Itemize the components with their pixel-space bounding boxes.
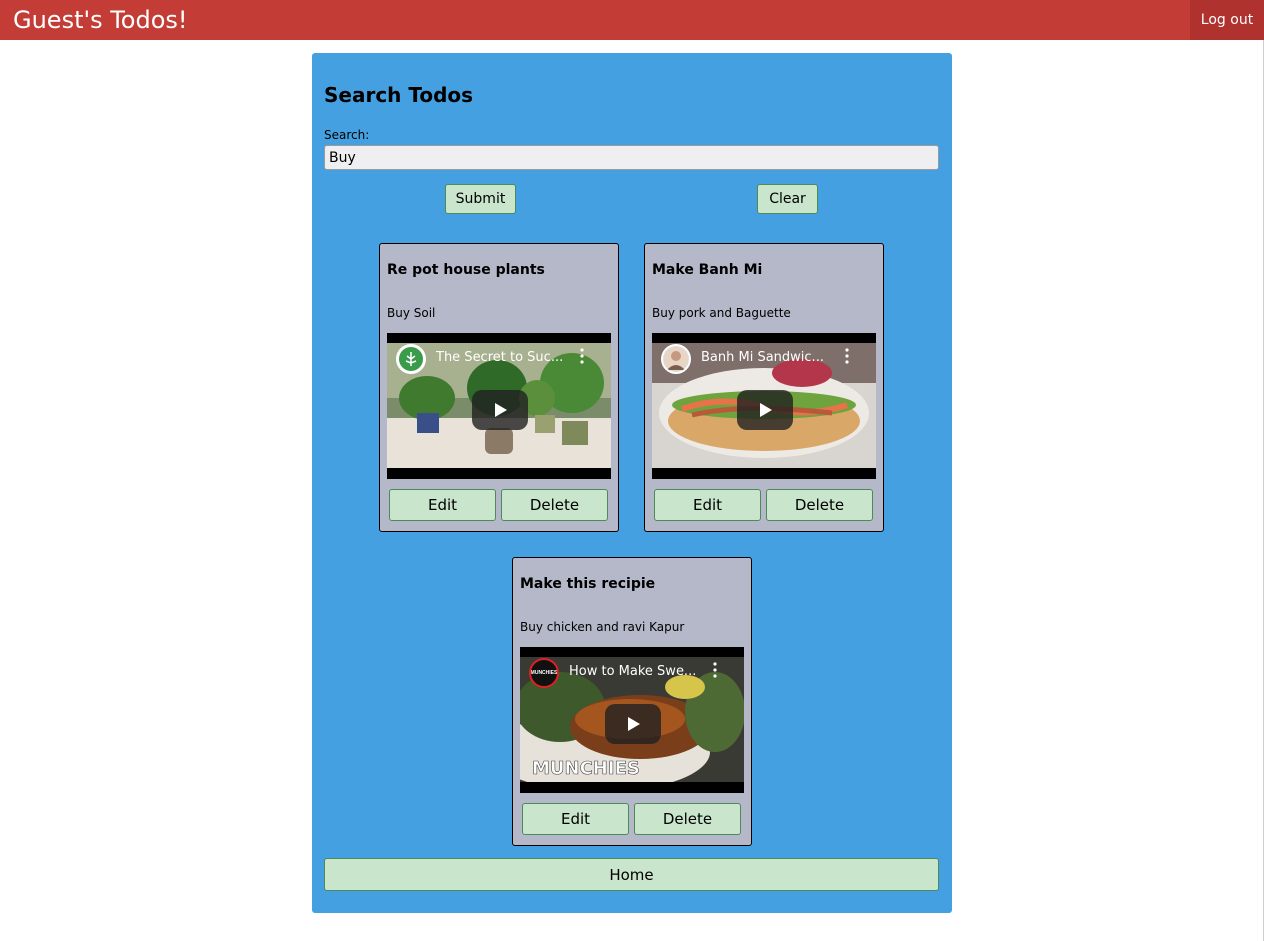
todo-card: Re pot house plants Buy Soil The Secret … xyxy=(379,243,619,532)
more-vert-icon[interactable] xyxy=(713,662,717,678)
search-heading: Search Todos xyxy=(324,83,474,107)
todo-title: Make this recipie xyxy=(520,576,656,592)
video-title: How to Make Swe... xyxy=(569,664,697,679)
channel-logo-icon: MUNCHIES xyxy=(529,658,559,688)
video-title: Banh Mi Sandwic... xyxy=(701,350,824,365)
home-button[interactable]: Home xyxy=(324,858,939,891)
delete-button[interactable]: Delete xyxy=(766,489,873,521)
channel-badge-text: MUNCHIES xyxy=(530,670,558,676)
todo-title: Make Banh Mi xyxy=(652,262,763,278)
more-vert-icon[interactable] xyxy=(580,348,584,364)
video-embed[interactable]: Banh Mi Sandwic... xyxy=(652,333,876,479)
todo-description: Buy chicken and ravi Kapur xyxy=(520,620,685,634)
edit-button[interactable]: Edit xyxy=(654,489,761,521)
munchies-watermark: MUNCHIES xyxy=(532,758,640,779)
clear-button[interactable]: Clear xyxy=(757,184,818,214)
search-label: Search: xyxy=(324,128,370,142)
delete-button[interactable]: Delete xyxy=(634,803,741,835)
more-vert-icon[interactable] xyxy=(845,348,849,364)
delete-button[interactable]: Delete xyxy=(501,489,608,521)
todo-card: Make this recipie Buy chicken and ravi K… xyxy=(512,557,752,846)
todo-card: Make Banh Mi Buy pork and Baguette Banh … xyxy=(644,243,884,532)
submit-button[interactable]: Submit xyxy=(445,184,516,214)
play-icon[interactable] xyxy=(737,390,793,430)
video-embed[interactable]: MUNCHIES MUNCHIES How to Make Swe... xyxy=(520,647,744,793)
todo-description: Buy Soil xyxy=(387,306,436,320)
play-icon[interactable] xyxy=(472,390,528,430)
video-embed[interactable]: The Secret to Suc... xyxy=(387,333,611,479)
video-title: The Secret to Suc... xyxy=(436,350,564,365)
todo-description: Buy pork and Baguette xyxy=(652,306,791,320)
search-panel: Search Todos Search: Submit Clear Re pot… xyxy=(312,53,952,913)
page-title: Guest's Todos! xyxy=(13,6,188,34)
edit-button[interactable]: Edit xyxy=(389,489,496,521)
play-icon[interactable] xyxy=(605,704,661,744)
app-header: Guest's Todos! Log out xyxy=(0,0,1264,40)
channel-logo-icon xyxy=(396,344,426,374)
todo-title: Re pot house plants xyxy=(387,262,545,278)
edit-button[interactable]: Edit xyxy=(522,803,629,835)
channel-avatar-icon xyxy=(661,344,691,374)
logout-button[interactable]: Log out xyxy=(1190,0,1264,40)
search-input[interactable] xyxy=(324,145,939,170)
